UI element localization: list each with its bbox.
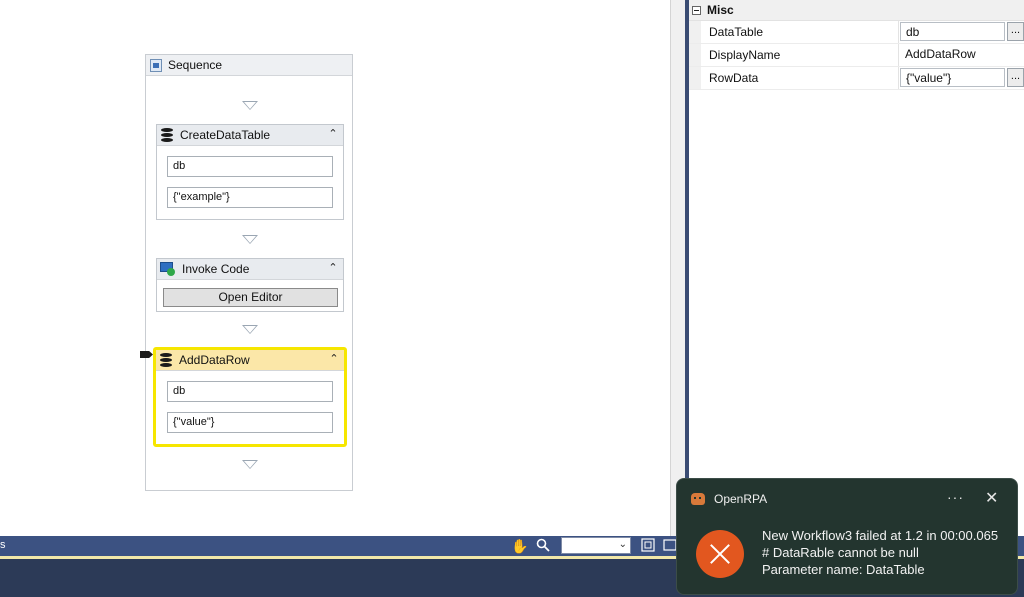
panel-splitter[interactable] — [670, 0, 685, 536]
collapse-icon[interactable]: ⌃ — [327, 127, 339, 141]
close-icon[interactable]: ✕ — [985, 488, 998, 508]
toast-message-line1: New Workflow3 failed at 1.2 in 00:00.065 — [762, 528, 999, 543]
toast-message: New Workflow3 failed at 1.2 in 00:00.065… — [762, 527, 998, 578]
collapse-icon[interactable]: ⌃ — [328, 352, 340, 366]
property-grid: Misc DataTable db ... DisplayName AddDat… — [689, 0, 1024, 536]
property-name: DataTable — [709, 25, 764, 39]
activity-title: AddDataRow — [179, 353, 250, 367]
datatable-input[interactable]: db — [167, 381, 333, 402]
property-name: RowData — [709, 71, 759, 85]
activity-add-data-row[interactable]: AddDataRow ⌃ db {"value"} — [153, 347, 347, 447]
activity-title: Invoke Code — [182, 262, 250, 276]
drop-arrow-icon[interactable] — [242, 460, 258, 469]
error-icon — [696, 530, 744, 578]
collapse-icon[interactable]: ⌃ — [327, 261, 339, 275]
activity-create-data-table[interactable]: CreateDataTable ⌃ db {"example"} — [156, 124, 344, 220]
activity-title: CreateDataTable — [180, 128, 271, 142]
activity-header[interactable]: CreateDataTable ⌃ — [157, 125, 343, 146]
database-icon — [159, 353, 173, 367]
toast-app-name: OpenRPA — [714, 492, 768, 506]
property-row-displayname: DisplayName AddDataRow — [689, 44, 1024, 67]
property-name: DisplayName — [709, 48, 781, 62]
sequence-activity[interactable]: Sequence CreateDataTable ⌃ db {"example"… — [145, 54, 353, 491]
drop-arrow-icon[interactable] — [242, 101, 258, 110]
sequence-header[interactable]: Sequence — [146, 55, 352, 76]
magnifier-icon[interactable] — [535, 538, 551, 554]
zoom-dropdown[interactable]: ⌄ — [561, 537, 631, 554]
property-value-input[interactable]: db — [900, 22, 1005, 41]
datatable-name-input[interactable]: db — [167, 156, 333, 177]
activity-header[interactable]: Invoke Code ⌃ — [157, 259, 343, 280]
status-tab-text[interactable]: s — [0, 539, 6, 551]
error-toast-notification[interactable]: OpenRPA ··· ✕ New Workflow3 failed at 1.… — [676, 478, 1018, 595]
open-editor-button[interactable]: Open Editor — [163, 288, 338, 307]
fit-to-screen-icon[interactable] — [640, 538, 656, 554]
drop-arrow-icon[interactable] — [242, 235, 258, 244]
more-options-icon[interactable]: ··· — [947, 489, 964, 505]
toast-message-line3: Parameter name: DataTable — [762, 562, 925, 577]
property-row-rowdata: RowData {"value"} ... — [689, 67, 1024, 90]
hand-pan-icon[interactable]: ✋ — [511, 538, 528, 554]
columns-input[interactable]: {"example"} — [167, 187, 333, 208]
ellipsis-button[interactable]: ... — [1007, 22, 1024, 41]
database-icon — [160, 128, 174, 142]
collapse-category-icon[interactable] — [692, 5, 701, 15]
property-value-input[interactable]: AddDataRow — [900, 45, 1005, 64]
activity-header[interactable]: AddDataRow ⌃ — [156, 350, 344, 371]
invoke-code-icon — [160, 262, 176, 276]
toast-message-line2: # DataRable cannot be null — [762, 545, 919, 560]
property-value-input[interactable]: {"value"} — [900, 68, 1005, 87]
property-row-datatable: DataTable db ... — [689, 21, 1024, 44]
sequence-icon — [150, 58, 162, 72]
ellipsis-button[interactable]: ... — [1007, 68, 1024, 87]
category-label: Misc — [707, 3, 734, 17]
drop-arrow-icon[interactable] — [242, 325, 258, 334]
workflow-designer-canvas[interactable]: Sequence CreateDataTable ⌃ db {"example"… — [0, 0, 670, 536]
sequence-title: Sequence — [168, 58, 223, 72]
chevron-down-icon: ⌄ — [618, 539, 627, 550]
row-data-input[interactable]: {"value"} — [167, 412, 333, 433]
openrpa-app-icon — [691, 493, 705, 505]
property-category-misc[interactable]: Misc — [689, 0, 1024, 21]
activity-invoke-code[interactable]: Invoke Code ⌃ Open Editor — [156, 258, 344, 312]
